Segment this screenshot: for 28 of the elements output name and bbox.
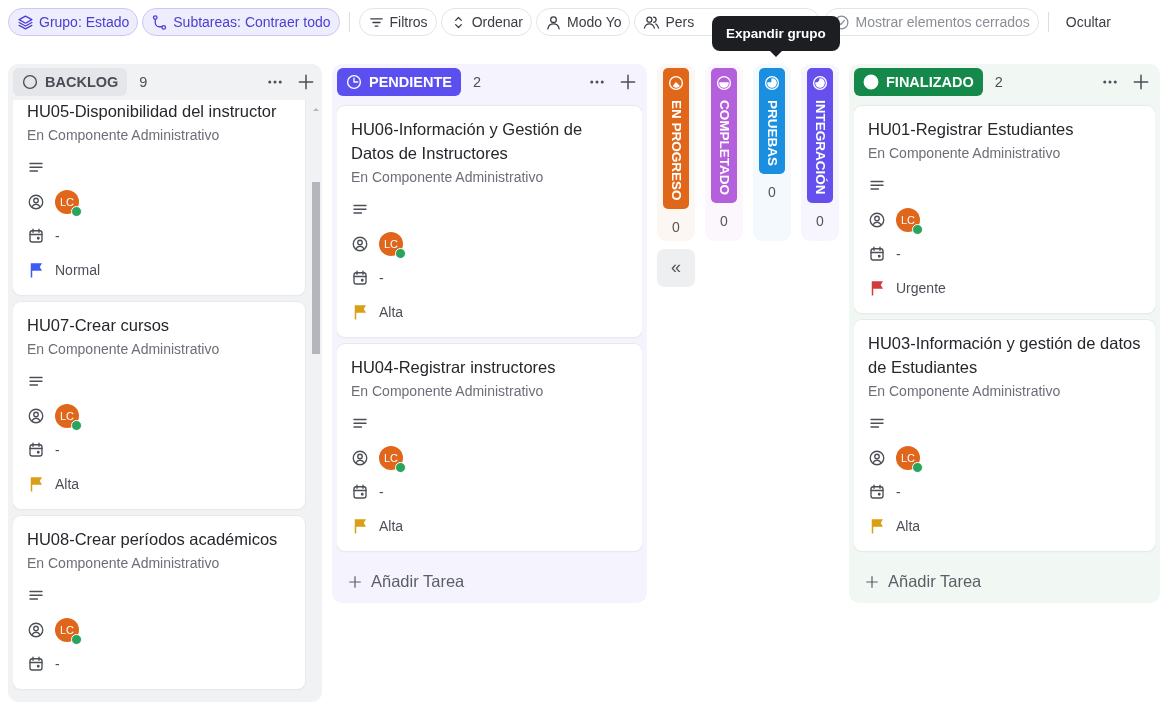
due-date: - xyxy=(379,270,384,286)
task-count: 0 xyxy=(672,218,680,235)
due-date: - xyxy=(896,484,901,500)
task-count: 0 xyxy=(720,213,728,229)
task-list-name: En Componente Administrativo xyxy=(351,168,545,187)
task-list-name: En Componente Administrativo xyxy=(27,340,221,359)
priority-label: Alta xyxy=(379,518,404,534)
priority-label: Normal xyxy=(55,262,101,278)
task-count: 2 xyxy=(473,74,483,90)
task-count: 9 xyxy=(139,74,149,90)
due-date: - xyxy=(55,442,60,458)
task-list-name: En Componente Administrativo xyxy=(27,126,221,145)
task-count: 2 xyxy=(994,74,1004,90)
priority-label: Urgente xyxy=(896,280,946,296)
task-list-name: En Componente Administrativo xyxy=(868,144,1062,163)
priority-label: Alta xyxy=(379,304,404,320)
task-list-name: En Componente Administrativo xyxy=(868,382,1062,401)
due-date: - xyxy=(379,484,384,500)
task-count: 0 xyxy=(768,184,776,200)
priority-label: Alta xyxy=(55,476,80,492)
task-count: 0 xyxy=(816,212,824,229)
due-date: - xyxy=(55,656,60,672)
tooltip: Expandir grupo xyxy=(712,16,840,57)
priority-label: Alta xyxy=(896,518,921,534)
task-list-name: En Componente Administrativo xyxy=(27,554,221,573)
due-date: - xyxy=(55,228,60,244)
task-list-name: En Componente Administrativo xyxy=(351,382,545,401)
due-date: - xyxy=(896,246,901,262)
